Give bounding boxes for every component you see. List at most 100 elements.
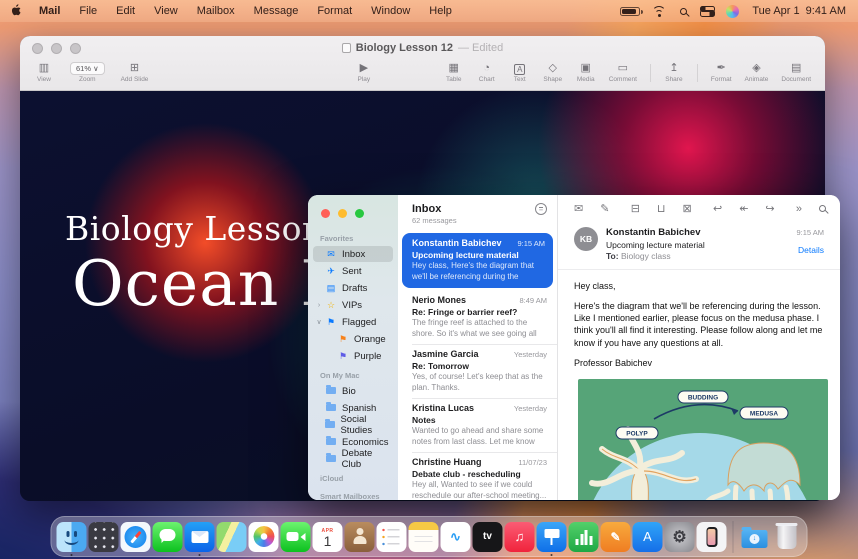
- message-list: Inbox 62 messages Konstantin Babichev9:1…: [398, 195, 558, 500]
- menu-item-window[interactable]: Window: [371, 5, 410, 17]
- search-icon[interactable]: [680, 8, 687, 15]
- more-icon[interactable]: »: [796, 203, 802, 215]
- message-subject: Upcoming lecture material: [412, 250, 545, 260]
- close-button[interactable]: [32, 43, 43, 54]
- search-icon[interactable]: [819, 203, 826, 215]
- menu-item-mail[interactable]: Mail: [39, 5, 60, 17]
- menu-item-message[interactable]: Message: [254, 5, 299, 17]
- details-link[interactable]: Details: [796, 245, 824, 255]
- junk-icon[interactable]: ⊠: [683, 203, 692, 215]
- apple-menu-icon[interactable]: [12, 5, 25, 18]
- menu-item-mailbox[interactable]: Mailbox: [197, 5, 235, 17]
- filter-icon[interactable]: [535, 203, 547, 215]
- message-preview: The fringe reef is attached to the shore…: [412, 318, 547, 339]
- minimize-button[interactable]: [338, 209, 347, 218]
- zoom-button[interactable]: [355, 209, 364, 218]
- message-row-christine-huang[interactable]: Christine Huang11/07/23Debate club - res…: [398, 452, 557, 500]
- keynote-share-button[interactable]: ↥Share: [664, 62, 684, 83]
- dock-trash-icon[interactable]: [772, 522, 802, 552]
- dock-maps-icon[interactable]: [217, 522, 247, 552]
- keynote-chart-button[interactable]: ◔Chart: [477, 62, 497, 83]
- toolbar-label: Table: [446, 76, 462, 83]
- keynote-play-button[interactable]: ▶Play: [354, 62, 374, 83]
- sidebar-item-debate-club[interactable]: Debate Club: [313, 451, 393, 467]
- get-mail-icon[interactable]: ✉: [574, 203, 583, 215]
- menu-item-view[interactable]: View: [154, 5, 178, 17]
- siri-icon[interactable]: [726, 5, 739, 18]
- dock-launchpad-icon[interactable]: [89, 522, 119, 552]
- iphone-mirroring-icon-tile: [697, 522, 727, 552]
- toolbar-label: Format: [711, 76, 732, 83]
- keynote-zoom-button[interactable]: 61% ∨Zoom: [70, 62, 105, 83]
- keynote-shape-button[interactable]: ◇Shape: [543, 62, 563, 83]
- keynote-comment-button[interactable]: ▭Comment: [609, 62, 637, 83]
- dock-pages-icon[interactable]: ✎: [601, 522, 631, 552]
- keynote-media-button[interactable]: ▣Media: [576, 62, 596, 83]
- sidebar-item-vips[interactable]: ›☆VIPs: [313, 297, 393, 313]
- dock-music-icon[interactable]: ♫: [505, 522, 535, 552]
- keynote-text-button[interactable]: AText: [510, 62, 530, 83]
- battery-icon[interactable]: [620, 7, 640, 16]
- keynote-document-button[interactable]: ▤Document: [781, 62, 811, 83]
- dock-messages-icon[interactable]: [153, 522, 183, 552]
- message-row-jasmine-garcia[interactable]: Jasmine GarciaYesterdayRe: TomorrowYes, …: [398, 344, 557, 398]
- dock-mail-icon[interactable]: [185, 522, 215, 552]
- keynote-window-controls[interactable]: [32, 43, 81, 54]
- menu-item-file[interactable]: File: [79, 5, 97, 17]
- dock-finder-icon[interactable]: [57, 522, 87, 552]
- sidebar-item-orange[interactable]: ⚑Orange: [313, 331, 393, 347]
- menu-bar-clock[interactable]: Tue Apr 1 9:41 AM: [752, 5, 846, 17]
- sidebar-item-inbox[interactable]: ✉Inbox: [313, 246, 393, 262]
- keynote-titlebar[interactable]: Biology Lesson 12 — Edited: [20, 36, 825, 60]
- keynote-table-button[interactable]: ▦Table: [444, 62, 464, 83]
- zoom-level-dropdown[interactable]: 61% ∨: [70, 62, 105, 75]
- menu-item-edit[interactable]: Edit: [116, 5, 135, 17]
- sidebar-item-purple[interactable]: ⚑Purple: [313, 348, 393, 364]
- dock-calendar-icon[interactable]: APR1: [313, 522, 343, 552]
- sidebar-item-social-studies[interactable]: Social Studies: [313, 417, 393, 433]
- dock-freeform-icon[interactable]: ∿: [441, 522, 471, 552]
- dock-settings-icon[interactable]: ⚙: [665, 522, 695, 552]
- keynote-view-button[interactable]: ▥View: [34, 62, 54, 83]
- minimize-button[interactable]: [51, 43, 62, 54]
- forward-icon[interactable]: ↪: [765, 203, 774, 215]
- sidebar-item-bio[interactable]: Bio: [313, 383, 393, 399]
- to-value: Biology class: [621, 251, 671, 261]
- dock-appletv-icon[interactable]: tv: [473, 522, 503, 552]
- dock-photos-icon[interactable]: [249, 522, 279, 552]
- keynote-animate-button[interactable]: ◈Animate: [745, 62, 769, 83]
- zoom-button[interactable]: [70, 43, 81, 54]
- dock-reminders-icon[interactable]: [377, 522, 407, 552]
- keynote-add-slide-button[interactable]: ⊞Add Slide: [121, 62, 149, 83]
- control-center-icon[interactable]: [700, 6, 713, 17]
- dock-facetime-icon[interactable]: [281, 522, 311, 552]
- menu-item-format[interactable]: Format: [317, 5, 352, 17]
- wifi-icon[interactable]: [653, 6, 667, 17]
- dock-safari-icon[interactable]: [121, 522, 151, 552]
- dock-notes-icon[interactable]: [409, 522, 439, 552]
- dock-contacts-icon[interactable]: [345, 522, 375, 552]
- disclosure-chevron[interactable]: ∨: [316, 318, 322, 326]
- keynote-format-button[interactable]: ✒Format: [711, 62, 732, 83]
- reply-icon[interactable]: ↩: [713, 203, 722, 215]
- sidebar-item-flagged[interactable]: ∨⚑Flagged: [313, 314, 393, 330]
- message-row-nerio-mones[interactable]: Nerio Mones8:49 AMRe: Fringe or barrier …: [398, 290, 557, 344]
- menu-item-help[interactable]: Help: [429, 5, 452, 17]
- message-row-kristina-lucas[interactable]: Kristina LucasYesterdayNotesWanted to go…: [398, 398, 557, 452]
- mail-window-controls[interactable]: [308, 205, 398, 228]
- dock-iphone-mirroring-icon[interactable]: [697, 522, 727, 552]
- sidebar-item-sent[interactable]: ✈Sent: [313, 263, 393, 279]
- sidebar-item-drafts[interactable]: ▤Drafts: [313, 280, 393, 296]
- dock-keynote-icon[interactable]: [537, 522, 567, 552]
- message-row-konstantin-babichev[interactable]: Konstantin Babichev9:15 AMUpcoming lectu…: [402, 233, 553, 288]
- dock-numbers-icon[interactable]: [569, 522, 599, 552]
- paper-plane-icon: ✈: [325, 266, 337, 276]
- dock-downloads-icon[interactable]: [740, 522, 770, 552]
- compose-icon[interactable]: ✎: [600, 203, 609, 215]
- reply-all-icon[interactable]: ↞: [739, 203, 748, 215]
- dock-appstore-icon[interactable]: A: [633, 522, 663, 552]
- archive-icon[interactable]: ⊟: [631, 203, 640, 215]
- close-button[interactable]: [321, 209, 330, 218]
- disclosure-chevron[interactable]: ›: [316, 302, 322, 309]
- trash-icon[interactable]: ⊔: [657, 203, 666, 215]
